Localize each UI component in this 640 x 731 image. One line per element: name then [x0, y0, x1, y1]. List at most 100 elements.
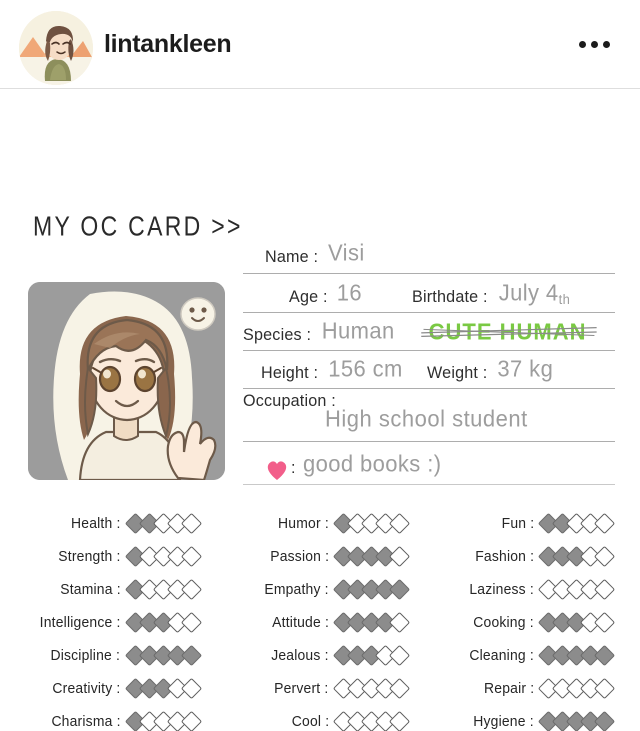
stat-label: Intelligence : — [39, 614, 121, 631]
stat-row: Cleaning : — [426, 639, 639, 672]
field-weight-value: 37 kg — [497, 355, 554, 382]
stat-label: Health : — [71, 515, 121, 532]
stat-column: Humor : Passion : Empathy : Attitude : Jealo… — [213, 507, 426, 731]
stat-label: Attitude : — [271, 614, 329, 631]
info-fields: Name : Visi Age : 16 Birthdate : July 4t… — [243, 229, 615, 485]
stat-rating — [537, 611, 616, 634]
dot — [591, 41, 598, 48]
stat-label: Stamina : — [60, 581, 121, 598]
stat-row: Jealous : — [213, 639, 426, 672]
field-name-label: Name : — [265, 247, 319, 266]
stat-column: Health : Strength : Stamina : Intelligence … — [0, 507, 213, 731]
stat-label: Empathy : — [264, 581, 329, 598]
field-species-value: Human — [321, 317, 395, 344]
rating-diamond-empty — [388, 611, 411, 634]
rating-diamond-empty — [593, 611, 616, 634]
stat-row: Cooking : — [426, 606, 639, 639]
stat-label: Passion : — [269, 548, 329, 565]
field-name-value: Visi — [328, 239, 365, 266]
rating-diamond-empty — [180, 512, 203, 535]
rating-diamond-filled — [593, 710, 616, 731]
field-age-label: Age : — [289, 287, 328, 306]
stat-rating — [537, 644, 616, 667]
stat-label: Laziness : — [469, 581, 534, 598]
stat-row: Repair : — [426, 672, 639, 705]
field-height-value: 156 cm — [328, 355, 403, 382]
stat-row: Charisma : — [0, 705, 213, 731]
stat-row: Fashion : — [426, 540, 639, 573]
stat-label: Cleaning : — [469, 647, 534, 664]
stat-rating — [537, 545, 616, 568]
rating-diamond-empty — [388, 545, 411, 568]
stat-rating — [124, 611, 203, 634]
stats-grid: Health : Strength : Stamina : Intelligence … — [0, 507, 640, 731]
stat-label: Repair : — [483, 680, 534, 697]
field-species-crossed-out: CUTE HUMAN — [420, 318, 597, 345]
dot — [603, 41, 610, 48]
field-birthdate-suffix: th — [558, 291, 571, 307]
stat-row: Attitude : — [213, 606, 426, 639]
stat-label: Creativity : — [52, 680, 121, 697]
avatar[interactable] — [19, 11, 93, 85]
stat-rating — [332, 512, 411, 535]
field-name: Name : Visi — [243, 229, 615, 273]
crossed-out-text: CUTE HUMAN — [428, 318, 587, 345]
rating-diamond-empty — [388, 710, 411, 731]
rating-diamond-empty — [388, 677, 411, 700]
rating-diamond-empty — [388, 644, 411, 667]
stat-rating — [332, 611, 411, 634]
field-occupation: Occupation : High school student — [243, 389, 615, 441]
username[interactable]: lintankleen — [104, 0, 232, 89]
stat-label: Fashion : — [474, 548, 534, 565]
stat-label: Hygiene : — [473, 713, 534, 730]
more-options-icon[interactable] — [579, 0, 610, 89]
field-species-label: Species : — [243, 325, 312, 344]
rating-diamond-empty — [180, 677, 203, 700]
rating-diamond-empty — [593, 677, 616, 700]
stat-rating — [124, 677, 203, 700]
field-likes-label: : — [291, 458, 296, 477]
rating-diamond-filled — [180, 644, 203, 667]
stat-rating — [332, 677, 411, 700]
smiley-face-icon — [180, 297, 216, 331]
stat-rating — [124, 710, 203, 731]
field-species: Species : Human CUTE HUMAN — [243, 313, 615, 350]
stat-label: Humor : — [278, 515, 329, 532]
heart-icon — [265, 459, 289, 481]
field-likes-value: good books :) — [302, 450, 442, 477]
stat-label: Cooking : — [473, 614, 534, 631]
stat-rating — [332, 578, 411, 601]
rating-diamond-empty — [180, 710, 203, 731]
stat-row: Fun : — [426, 507, 639, 540]
stat-row: Passion : — [213, 540, 426, 573]
field-occupation-value: High school student — [325, 405, 528, 432]
stat-rating — [332, 644, 411, 667]
stat-label: Pervert : — [274, 680, 329, 697]
field-weight-label: Weight : — [426, 363, 488, 382]
stat-row: Strength : — [0, 540, 213, 573]
field-occupation-label: Occupation : — [243, 391, 336, 410]
field-height-label: Height : — [261, 363, 319, 382]
rating-diamond-filled — [388, 578, 411, 601]
stat-rating — [537, 578, 616, 601]
stat-rating — [537, 710, 616, 731]
stat-row: Laziness : — [426, 573, 639, 606]
stat-row: Stamina : — [0, 573, 213, 606]
stat-row: Cool : — [213, 705, 426, 731]
stat-row: Health : — [0, 507, 213, 540]
stat-row: Humor : — [213, 507, 426, 540]
rating-diamond-empty — [180, 578, 203, 601]
stat-label: Jealous : — [271, 647, 329, 664]
field-height-weight: Height : 156 cm Weight : 37 kg — [243, 351, 615, 388]
stat-label: Strength : — [58, 548, 121, 565]
field-birthdate-label: Birthdate : — [411, 287, 488, 306]
rating-diamond-empty — [180, 611, 203, 634]
stat-rating — [124, 578, 203, 601]
oc-character-illustration — [28, 282, 225, 480]
stat-row: Hygiene : — [426, 705, 639, 731]
field-age-birthdate: Age : 16 Birthdate : July 4th — [243, 274, 615, 312]
stat-row: Discipline : — [0, 639, 213, 672]
stat-label: Cool : — [291, 713, 330, 730]
stat-row: Empathy : — [213, 573, 426, 606]
rating-diamond-empty — [593, 545, 616, 568]
